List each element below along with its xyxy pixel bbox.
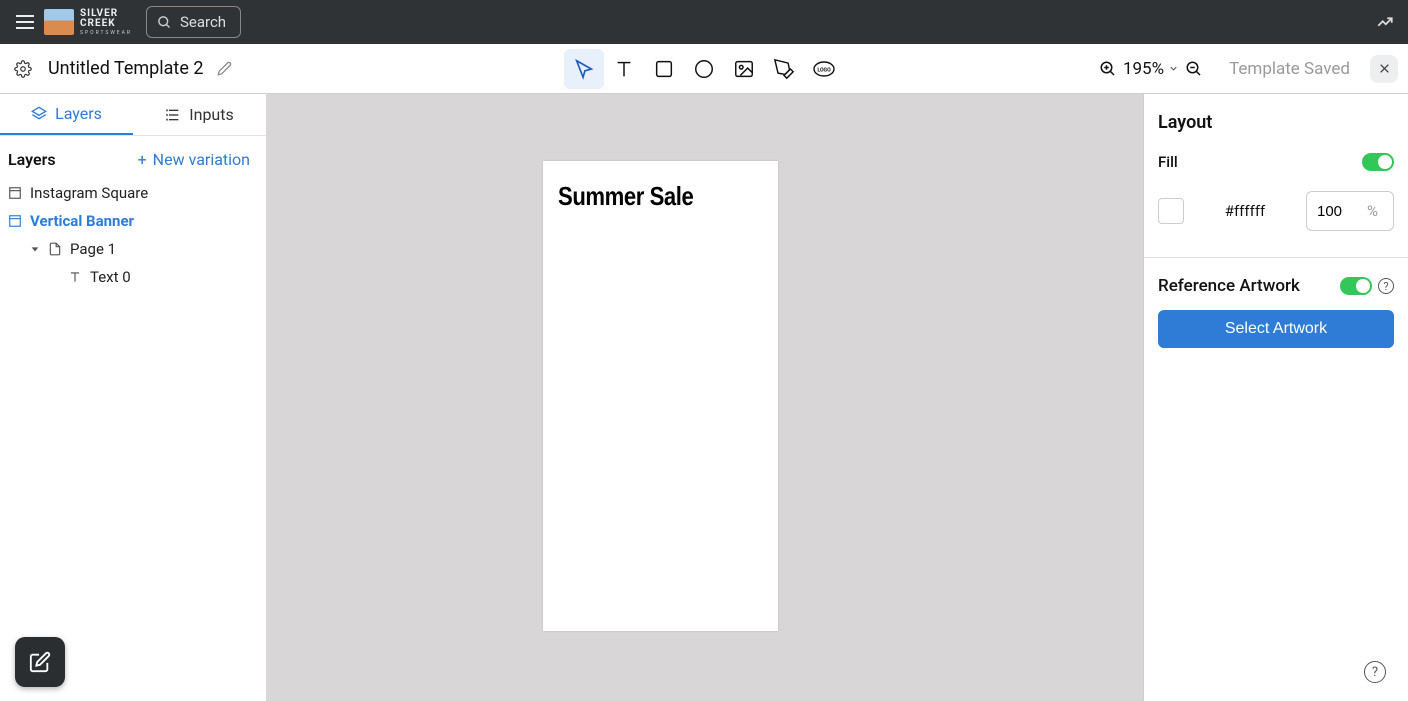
- search-label: Search: [180, 13, 226, 31]
- chevron-down-icon: [1168, 63, 1179, 74]
- artboard-text[interactable]: Summer Sale: [558, 181, 693, 212]
- layer-vertical-banner[interactable]: Vertical Banner: [8, 207, 258, 235]
- inputs-icon: [165, 107, 181, 123]
- new-variation-button[interactable]: + New variation: [138, 150, 250, 169]
- left-panel: Layers Inputs Layers + New variation Ins…: [0, 94, 266, 701]
- svg-text:LOGO: LOGO: [817, 67, 831, 73]
- reference-artwork-toggle[interactable]: [1340, 277, 1372, 295]
- pen-tool[interactable]: [764, 49, 804, 89]
- floating-edit-button[interactable]: [15, 637, 65, 687]
- chevron-down-icon: [30, 244, 40, 254]
- reference-artwork-label: Reference Artwork: [1158, 276, 1300, 296]
- fill-opacity-field[interactable]: %: [1306, 191, 1394, 231]
- help-icon[interactable]: ?: [1378, 278, 1394, 294]
- text-icon: [68, 270, 82, 284]
- toolbar-right: 195% Template Saved: [1099, 55, 1398, 83]
- layout-icon: [8, 186, 22, 200]
- text-tool[interactable]: [604, 49, 644, 89]
- tab-layers[interactable]: Layers: [0, 94, 133, 135]
- close-icon: [1378, 62, 1391, 75]
- tab-inputs[interactable]: Inputs: [133, 94, 266, 135]
- brand-logo[interactable]: SILVER CREEK SPORTSWEAR: [44, 9, 132, 36]
- save-status: Template Saved: [1229, 59, 1350, 79]
- workspace: Layers Inputs Layers + New variation Ins…: [0, 94, 1408, 701]
- layer-text-0[interactable]: Text 0: [8, 263, 258, 291]
- tab-inputs-label: Inputs: [189, 105, 233, 124]
- brand-text: SILVER CREEK SPORTSWEAR: [80, 9, 132, 36]
- template-title[interactable]: Untitled Template 2: [48, 58, 203, 79]
- fill-swatch[interactable]: [1158, 198, 1184, 224]
- zoom-dropdown[interactable]: 195%: [1123, 59, 1179, 79]
- layer-instagram-square[interactable]: Instagram Square: [8, 179, 258, 207]
- ellipse-tool[interactable]: [684, 49, 724, 89]
- floating-help-button[interactable]: ?: [1364, 661, 1386, 683]
- layer-label: Vertical Banner: [30, 212, 134, 230]
- layers-icon: [31, 106, 47, 122]
- divider: [1144, 257, 1408, 258]
- brand-logo-image: [44, 9, 74, 35]
- layout-icon: [8, 214, 22, 228]
- rectangle-tool[interactable]: [644, 49, 684, 89]
- fill-header-row: Fill: [1158, 153, 1394, 171]
- close-button[interactable]: [1370, 55, 1398, 83]
- analytics-icon[interactable]: [1372, 9, 1398, 35]
- layer-label: Text 0: [90, 268, 131, 286]
- layer-page-1[interactable]: Page 1: [8, 235, 258, 263]
- fill-label: Fill: [1158, 153, 1178, 171]
- layer-label: Instagram Square: [30, 184, 148, 202]
- panel-title: Layout: [1158, 112, 1394, 133]
- logo-tool[interactable]: LOGO: [804, 49, 844, 89]
- menu-button[interactable]: [10, 9, 40, 35]
- fill-hex[interactable]: #ffffff: [1196, 202, 1294, 220]
- left-tabs: Layers Inputs: [0, 94, 266, 136]
- reference-artwork-row: Reference Artwork ?: [1158, 276, 1394, 296]
- edit-icon: [29, 651, 51, 673]
- select-artwork-button[interactable]: Select Artwork: [1158, 310, 1394, 348]
- percent-label: %: [1367, 202, 1378, 220]
- fill-row: #ffffff %: [1158, 191, 1394, 231]
- brand-line2: CREEK: [80, 19, 116, 29]
- canvas[interactable]: Summer Sale: [266, 94, 1143, 701]
- search-button[interactable]: Search: [146, 6, 241, 38]
- brand-line1: SILVER: [80, 9, 118, 19]
- new-variation-label: New variation: [153, 150, 250, 169]
- fill-opacity-input[interactable]: [1317, 203, 1361, 220]
- zoom-controls: 195%: [1099, 59, 1203, 79]
- zoom-value: 195%: [1123, 59, 1164, 79]
- brand-sub: SPORTSWEAR: [80, 31, 132, 36]
- zoom-in-button[interactable]: [1099, 60, 1117, 78]
- image-tool[interactable]: [724, 49, 764, 89]
- page-icon: [48, 242, 62, 256]
- zoom-out-button[interactable]: [1185, 60, 1203, 78]
- tab-layers-label: Layers: [55, 104, 102, 123]
- tool-palette: LOGO: [564, 49, 844, 89]
- select-tool[interactable]: [564, 49, 604, 89]
- layers-header: Layers + New variation: [0, 136, 266, 177]
- search-icon: [157, 15, 172, 30]
- artboard-vertical-banner[interactable]: Summer Sale: [543, 161, 778, 631]
- top-bar: SILVER CREEK SPORTSWEAR Search: [0, 0, 1408, 44]
- toolbar: Untitled Template 2 LOGO: [0, 44, 1408, 94]
- edit-title-button[interactable]: [213, 57, 236, 80]
- plus-icon: +: [138, 150, 147, 169]
- right-panel: Layout Fill #ffffff % Reference Artwork …: [1143, 94, 1408, 701]
- fill-toggle[interactable]: [1362, 153, 1394, 171]
- layers-title: Layers: [8, 150, 56, 169]
- layer-tree: Instagram Square Vertical Banner Page 1 …: [0, 177, 266, 293]
- layer-label: Page 1: [70, 240, 116, 258]
- settings-button[interactable]: [10, 56, 36, 82]
